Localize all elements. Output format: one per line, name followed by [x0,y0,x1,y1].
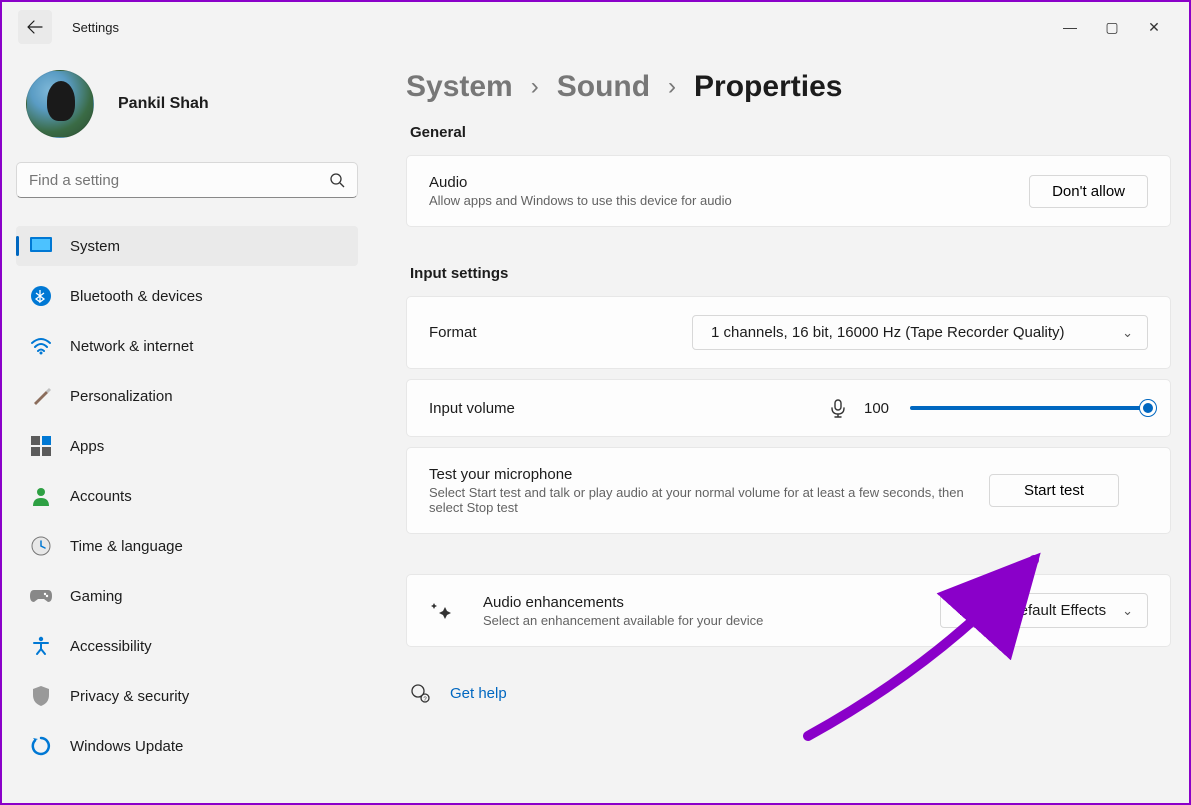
enhancements-select[interactable]: Device Default Effects ⌄ [940,593,1148,628]
sidebar-item-network[interactable]: Network & internet [16,326,358,366]
clock-icon [30,535,52,557]
main-content: System › Sound › Properties General Audi… [372,52,1189,803]
search-icon [329,172,345,188]
sidebar-item-gaming[interactable]: Gaming [16,576,358,616]
get-help-link[interactable]: Get help [450,685,507,702]
chevron-down-icon: ⌄ [1122,325,1133,341]
volume-slider[interactable] [910,406,1148,410]
audio-sub: Allow apps and Windows to use this devic… [429,193,1029,208]
dont-allow-button[interactable]: Don't allow [1029,175,1148,208]
chevron-down-icon: ⌄ [1122,603,1133,619]
format-title: Format [429,324,692,341]
chevron-right-icon: › [531,73,539,101]
test-mic-card: Test your microphone Select Start test a… [406,447,1171,534]
system-icon [30,235,52,257]
accessibility-icon [30,635,52,657]
sidebar-item-label: Accessibility [70,638,152,655]
enhancements-card: Audio enhancements Select an enhancement… [406,574,1171,647]
window-controls: — ▢ ✕ [1063,19,1181,36]
sidebar-item-apps[interactable]: Apps [16,426,358,466]
enhancements-title: Audio enhancements [483,594,940,611]
audio-card: Audio Allow apps and Windows to use this… [406,155,1171,227]
breadcrumb: System › Sound › Properties [406,70,1171,104]
enhancements-sub: Select an enhancement available for your… [483,613,940,628]
format-card: Format 1 channels, 16 bit, 16000 Hz (Tap… [406,296,1171,369]
section-general: General [410,124,1171,141]
titlebar: Settings — ▢ ✕ [2,2,1189,52]
gamepad-icon [30,585,52,607]
start-test-button[interactable]: Start test [989,474,1119,507]
apps-icon [30,435,52,457]
sidebar-item-label: Accounts [70,488,132,505]
user-profile[interactable]: Pankil Shah [16,70,358,138]
sidebar-item-time[interactable]: Time & language [16,526,358,566]
bluetooth-icon [30,285,52,307]
sidebar-item-label: Time & language [70,538,183,555]
test-mic-sub: Select Start test and talk or play audio… [429,485,989,515]
search-input[interactable] [29,172,329,189]
format-select[interactable]: 1 channels, 16 bit, 16000 Hz (Tape Recor… [692,315,1148,350]
maximize-button[interactable]: ▢ [1105,19,1119,36]
close-button[interactable]: ✕ [1147,19,1161,36]
sidebar-item-label: Personalization [70,388,173,405]
sidebar-item-label: Gaming [70,588,123,605]
microphone-icon [828,398,848,418]
sidebar-item-system[interactable]: System [16,226,358,266]
sidebar-item-label: System [70,238,120,255]
minimize-button[interactable]: — [1063,19,1077,36]
sidebar-item-privacy[interactable]: Privacy & security [16,676,358,716]
section-input: Input settings [410,265,1171,282]
breadcrumb-sound[interactable]: Sound [557,70,650,104]
sidebar-item-windows-update[interactable]: Windows Update [16,726,358,766]
wifi-icon [30,335,52,357]
input-volume-title: Input volume [429,400,828,417]
avatar [26,70,94,138]
search-box[interactable] [16,162,358,198]
volume-value: 100 [864,400,894,417]
slider-thumb[interactable] [1140,400,1156,416]
sidebar-item-label: Windows Update [70,738,183,755]
help-icon: ? [410,683,430,703]
format-value: 1 channels, 16 bit, 16000 Hz (Tape Recor… [711,324,1065,341]
back-button[interactable] [18,10,52,44]
update-icon [30,735,52,757]
sidebar-item-accessibility[interactable]: Accessibility [16,626,358,666]
sidebar-item-personalization[interactable]: Personalization [16,376,358,416]
arrow-left-icon [27,19,43,35]
sparkle-icon [429,599,453,623]
get-help-row[interactable]: ? Get help [406,683,1171,703]
user-name: Pankil Shah [118,95,209,113]
breadcrumb-system[interactable]: System [406,70,513,104]
shield-icon [30,685,52,707]
sidebar-item-label: Network & internet [70,338,193,355]
sidebar-item-label: Privacy & security [70,688,189,705]
sidebar-item-accounts[interactable]: Accounts [16,476,358,516]
breadcrumb-properties: Properties [694,70,842,104]
sidebar: Pankil Shah System Bluetooth & devices N… [2,52,372,803]
person-icon [30,485,52,507]
sidebar-item-bluetooth[interactable]: Bluetooth & devices [16,276,358,316]
sidebar-item-label: Bluetooth & devices [70,288,203,305]
input-volume-card: Input volume 100 [406,379,1171,437]
app-title: Settings [72,20,119,35]
enhancements-value: Device Default Effects [959,602,1106,619]
sidebar-item-label: Apps [70,438,104,455]
test-mic-title: Test your microphone [429,466,989,483]
paintbrush-icon [30,385,52,407]
audio-title: Audio [429,174,1029,191]
chevron-right-icon: › [668,73,676,101]
